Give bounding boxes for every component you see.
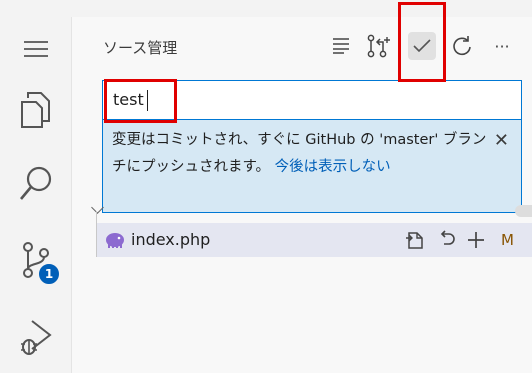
explorer-icon[interactable] (0, 88, 72, 132)
source-control-badge: 1 (37, 262, 61, 286)
pull-request-icon[interactable] (364, 32, 392, 60)
file-name: index.php (131, 230, 211, 249)
refresh-icon[interactable] (448, 32, 476, 60)
tree-indent-guide (96, 211, 97, 257)
php-file-icon (104, 230, 126, 254)
stage-changes-icon[interactable] (466, 230, 486, 254)
source-control-icon[interactable] (0, 238, 72, 282)
menu-icon[interactable] (0, 37, 72, 61)
top-strip (0, 0, 532, 17)
message-input-highlight (104, 79, 177, 123)
notice-body: 変更はコミットされ、すぐに GitHub の 'master' ブランチにプッシ… (112, 127, 492, 181)
commit-button-highlight (398, 2, 446, 82)
close-icon[interactable]: ✕ (494, 130, 509, 151)
modified-status: M (501, 231, 514, 249)
search-icon[interactable] (0, 162, 72, 206)
more-actions-icon[interactable]: ··· (488, 32, 516, 60)
run-debug-icon[interactable] (0, 315, 72, 359)
dont-show-again-link[interactable]: 今後は表示しない (275, 159, 391, 175)
scrollbar-thumb[interactable] (515, 205, 532, 217)
open-file-icon[interactable] (405, 230, 427, 254)
commit-push-notice: 変更はコミットされ、すぐに GitHub の 'master' ブランチにプッシ… (102, 120, 522, 213)
panel-title: ソース管理 (103, 39, 178, 57)
view-as-list-icon[interactable] (327, 32, 355, 60)
discard-changes-icon[interactable] (437, 230, 457, 254)
